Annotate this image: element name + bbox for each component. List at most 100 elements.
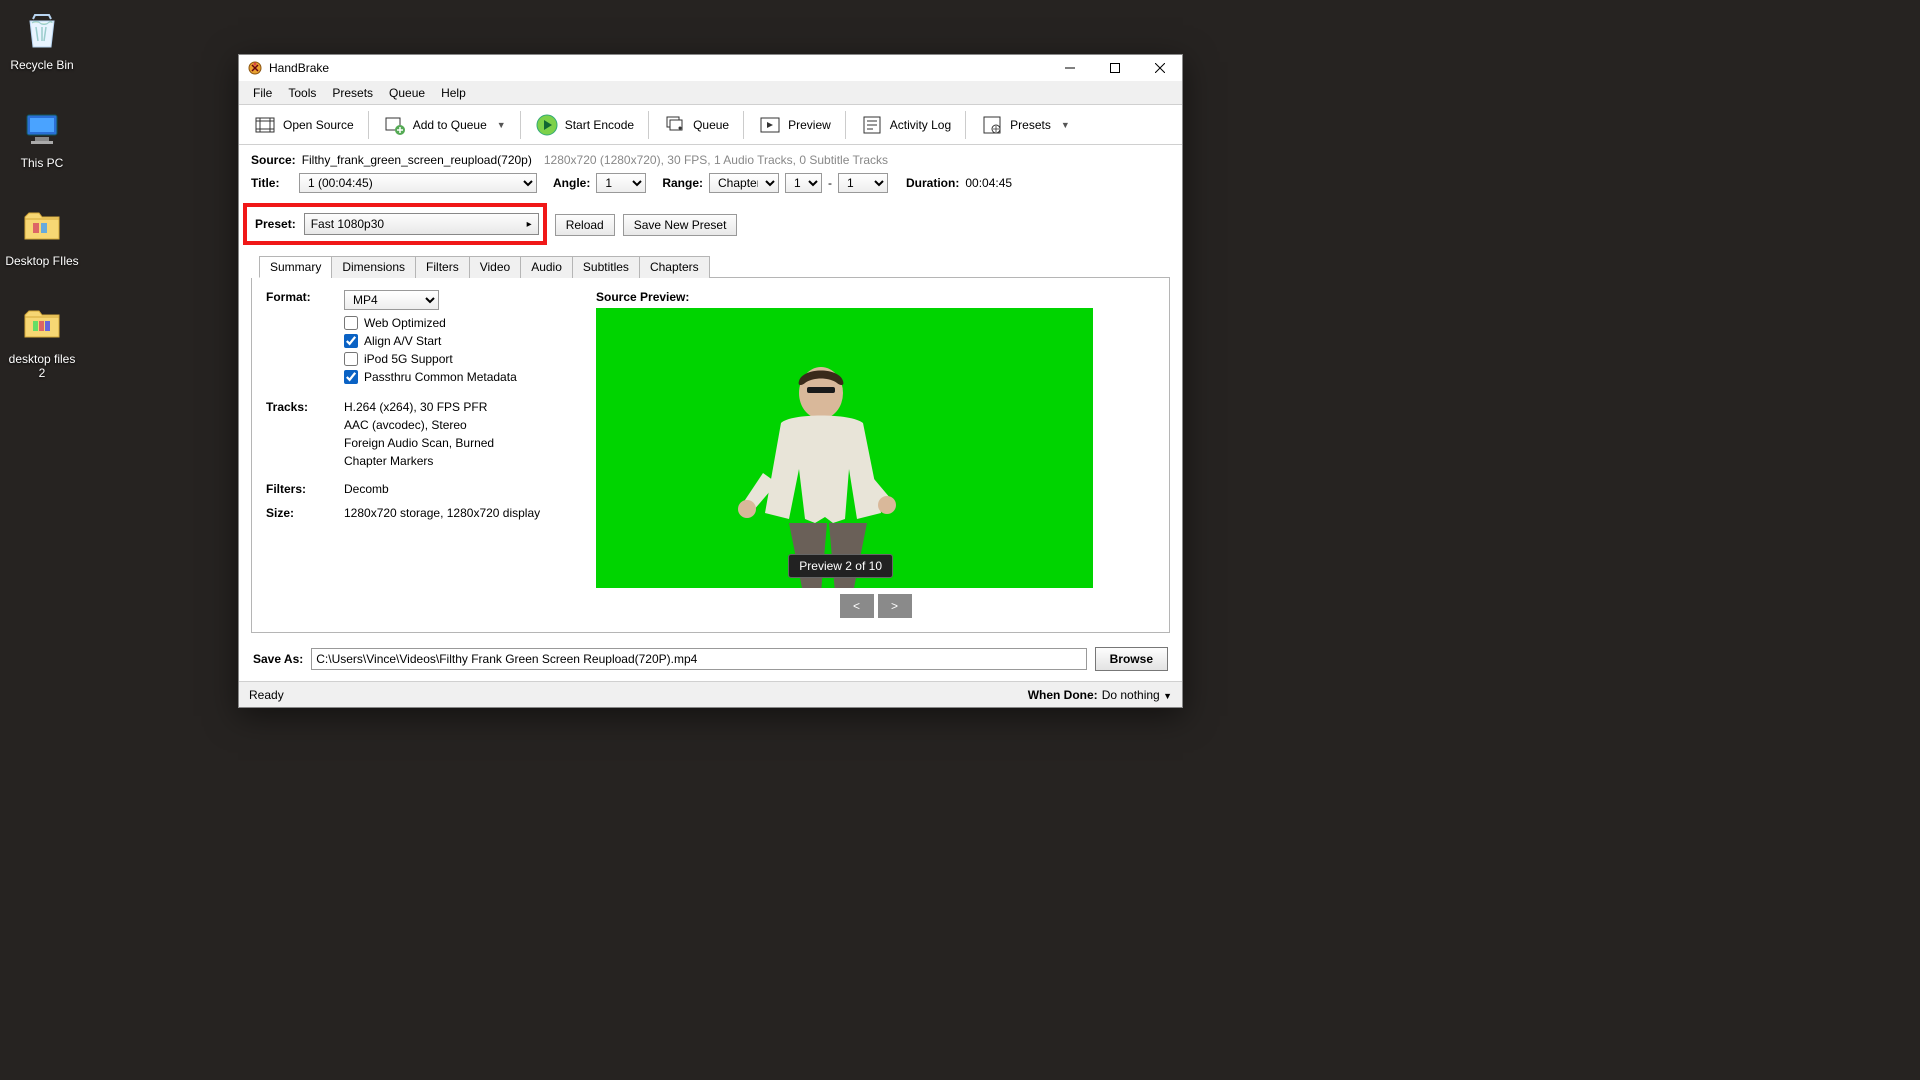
tracks-label: Tracks: [266, 400, 344, 472]
range-dash: - [828, 176, 832, 190]
chevron-down-icon: ▼ [497, 120, 506, 130]
source-preview-label: Source Preview: [596, 290, 1155, 304]
status-text: Ready [249, 688, 284, 702]
maximize-button[interactable] [1092, 55, 1137, 81]
browse-button[interactable]: Browse [1095, 647, 1168, 671]
open-source-button[interactable]: Open Source [245, 109, 362, 141]
preview-icon [758, 113, 782, 137]
title-select[interactable]: 1 (00:04:45) [299, 173, 537, 193]
ipod-checkbox[interactable]: iPod 5G Support [344, 352, 576, 366]
chevron-down-icon: ▼ [1163, 691, 1172, 701]
activity-log-label: Activity Log [890, 118, 951, 132]
log-icon [860, 113, 884, 137]
tab-dimensions[interactable]: Dimensions [331, 256, 416, 278]
when-done-label: When Done: [1028, 688, 1098, 702]
tab-chapters[interactable]: Chapters [639, 256, 710, 278]
duration-label: Duration: [906, 176, 959, 190]
when-done-dropdown[interactable]: Do nothing ▼ [1102, 688, 1172, 702]
source-row: Source: Filthy_frank_green_screen_reuplo… [251, 153, 1170, 167]
queue-label: Queue [693, 118, 729, 132]
start-encode-label: Start Encode [565, 118, 634, 132]
range-from-select[interactable]: 1 [785, 173, 822, 193]
save-as-input[interactable] [311, 648, 1086, 670]
duration-value: 00:04:45 [965, 176, 1012, 190]
size-value: 1280x720 storage, 1280x720 display [344, 506, 540, 520]
save-as-row: Save As: Browse [251, 647, 1170, 671]
tab-filters[interactable]: Filters [415, 256, 470, 278]
preview-badge: Preview 2 of 10 [788, 554, 893, 578]
titlebar: HandBrake [239, 55, 1182, 81]
desktop-icon-desktop-files[interactable]: Desktop FIles [4, 202, 80, 268]
film-icon [253, 113, 277, 137]
tracks-list: H.264 (x264), 30 FPS PFR AAC (avcodec), … [344, 400, 494, 472]
range-label: Range: [662, 176, 703, 190]
web-optimized-input[interactable] [344, 316, 358, 330]
queue-icon [663, 113, 687, 137]
desktop-icon-label: This PC [4, 156, 80, 170]
menu-help[interactable]: Help [433, 83, 474, 103]
play-icon [535, 113, 559, 137]
desktop-icon-recycle-bin[interactable]: Recycle Bin [4, 6, 80, 72]
toolbar: Open Source Add to Queue ▼ Start Encode … [239, 105, 1182, 145]
handbrake-window: HandBrake File Tools Presets Queue Help … [238, 54, 1183, 708]
format-select[interactable]: MP4 [344, 290, 439, 310]
source-meta: 1280x720 (1280x720), 30 FPS, 1 Audio Tra… [544, 153, 888, 167]
filters-label: Filters: [266, 482, 344, 496]
ipod-input[interactable] [344, 352, 358, 366]
desktop-icon-label: Recycle Bin [4, 58, 80, 72]
folder-icon [18, 300, 66, 348]
align-av-input[interactable] [344, 334, 358, 348]
activity-log-button[interactable]: Activity Log [852, 109, 959, 141]
range-to-select[interactable]: 1 [838, 173, 888, 193]
statusbar: Ready When Done: Do nothing ▼ [239, 681, 1182, 707]
preset-value: Fast 1080p30 [311, 217, 384, 231]
range-type-select[interactable]: Chapters [709, 173, 779, 193]
menu-presets[interactable]: Presets [324, 83, 381, 103]
source-name: Filthy_frank_green_screen_reupload(720p) [302, 153, 532, 167]
menu-queue[interactable]: Queue [381, 83, 433, 103]
add-to-queue-button[interactable]: Add to Queue ▼ [375, 109, 514, 141]
reload-preset-button[interactable]: Reload [555, 214, 615, 236]
tab-summary[interactable]: Summary [259, 256, 332, 278]
tab-video[interactable]: Video [469, 256, 521, 278]
folder-icon [18, 202, 66, 250]
toolbar-separator [520, 111, 521, 139]
chevron-right-icon: ▸ [527, 219, 532, 230]
tab-audio[interactable]: Audio [520, 256, 573, 278]
source-preview: Preview 2 of 10 [596, 308, 1093, 588]
handbrake-app-icon [247, 60, 263, 76]
angle-label: Angle: [553, 176, 590, 190]
save-new-preset-button[interactable]: Save New Preset [623, 214, 738, 236]
size-label: Size: [266, 506, 344, 520]
preview-prev-button[interactable]: < [840, 594, 874, 618]
preview-next-button[interactable]: > [878, 594, 912, 618]
preview-label: Preview [788, 118, 831, 132]
toolbar-separator [743, 111, 744, 139]
presets-button[interactable]: Presets ▼ [972, 109, 1078, 141]
preview-button[interactable]: Preview [750, 109, 839, 141]
passthru-input[interactable] [344, 370, 358, 384]
presets-label: Presets [1010, 118, 1051, 132]
title-row: Title: 1 (00:04:45) Angle: 1 Range: Chap… [251, 173, 1170, 193]
menu-file[interactable]: File [245, 83, 280, 103]
preset-dropdown[interactable]: Fast 1080p30 ▸ [304, 213, 539, 235]
preset-highlight: Preset: Fast 1080p30 ▸ [243, 203, 547, 245]
summary-panel: Format: MP4 Web Optimized Align A/V Star… [251, 278, 1170, 633]
title-label: Title: [251, 176, 293, 190]
desktop-icon-desktop-files-2[interactable]: desktop files 2 [4, 300, 80, 380]
close-button[interactable] [1137, 55, 1182, 81]
desktop-icon-this-pc[interactable]: This PC [4, 104, 80, 170]
menu-tools[interactable]: Tools [280, 83, 324, 103]
start-encode-button[interactable]: Start Encode [527, 109, 642, 141]
tab-subtitles[interactable]: Subtitles [572, 256, 640, 278]
minimize-button[interactable] [1047, 55, 1092, 81]
window-title: HandBrake [269, 61, 1047, 75]
add-to-queue-label: Add to Queue [413, 118, 487, 132]
align-av-checkbox[interactable]: Align A/V Start [344, 334, 576, 348]
preset-label: Preset: [255, 217, 296, 231]
angle-select[interactable]: 1 [596, 173, 646, 193]
passthru-checkbox[interactable]: Passthru Common Metadata [344, 370, 576, 384]
web-optimized-checkbox[interactable]: Web Optimized [344, 316, 576, 330]
recycle-bin-icon [18, 6, 66, 54]
queue-button[interactable]: Queue [655, 109, 737, 141]
